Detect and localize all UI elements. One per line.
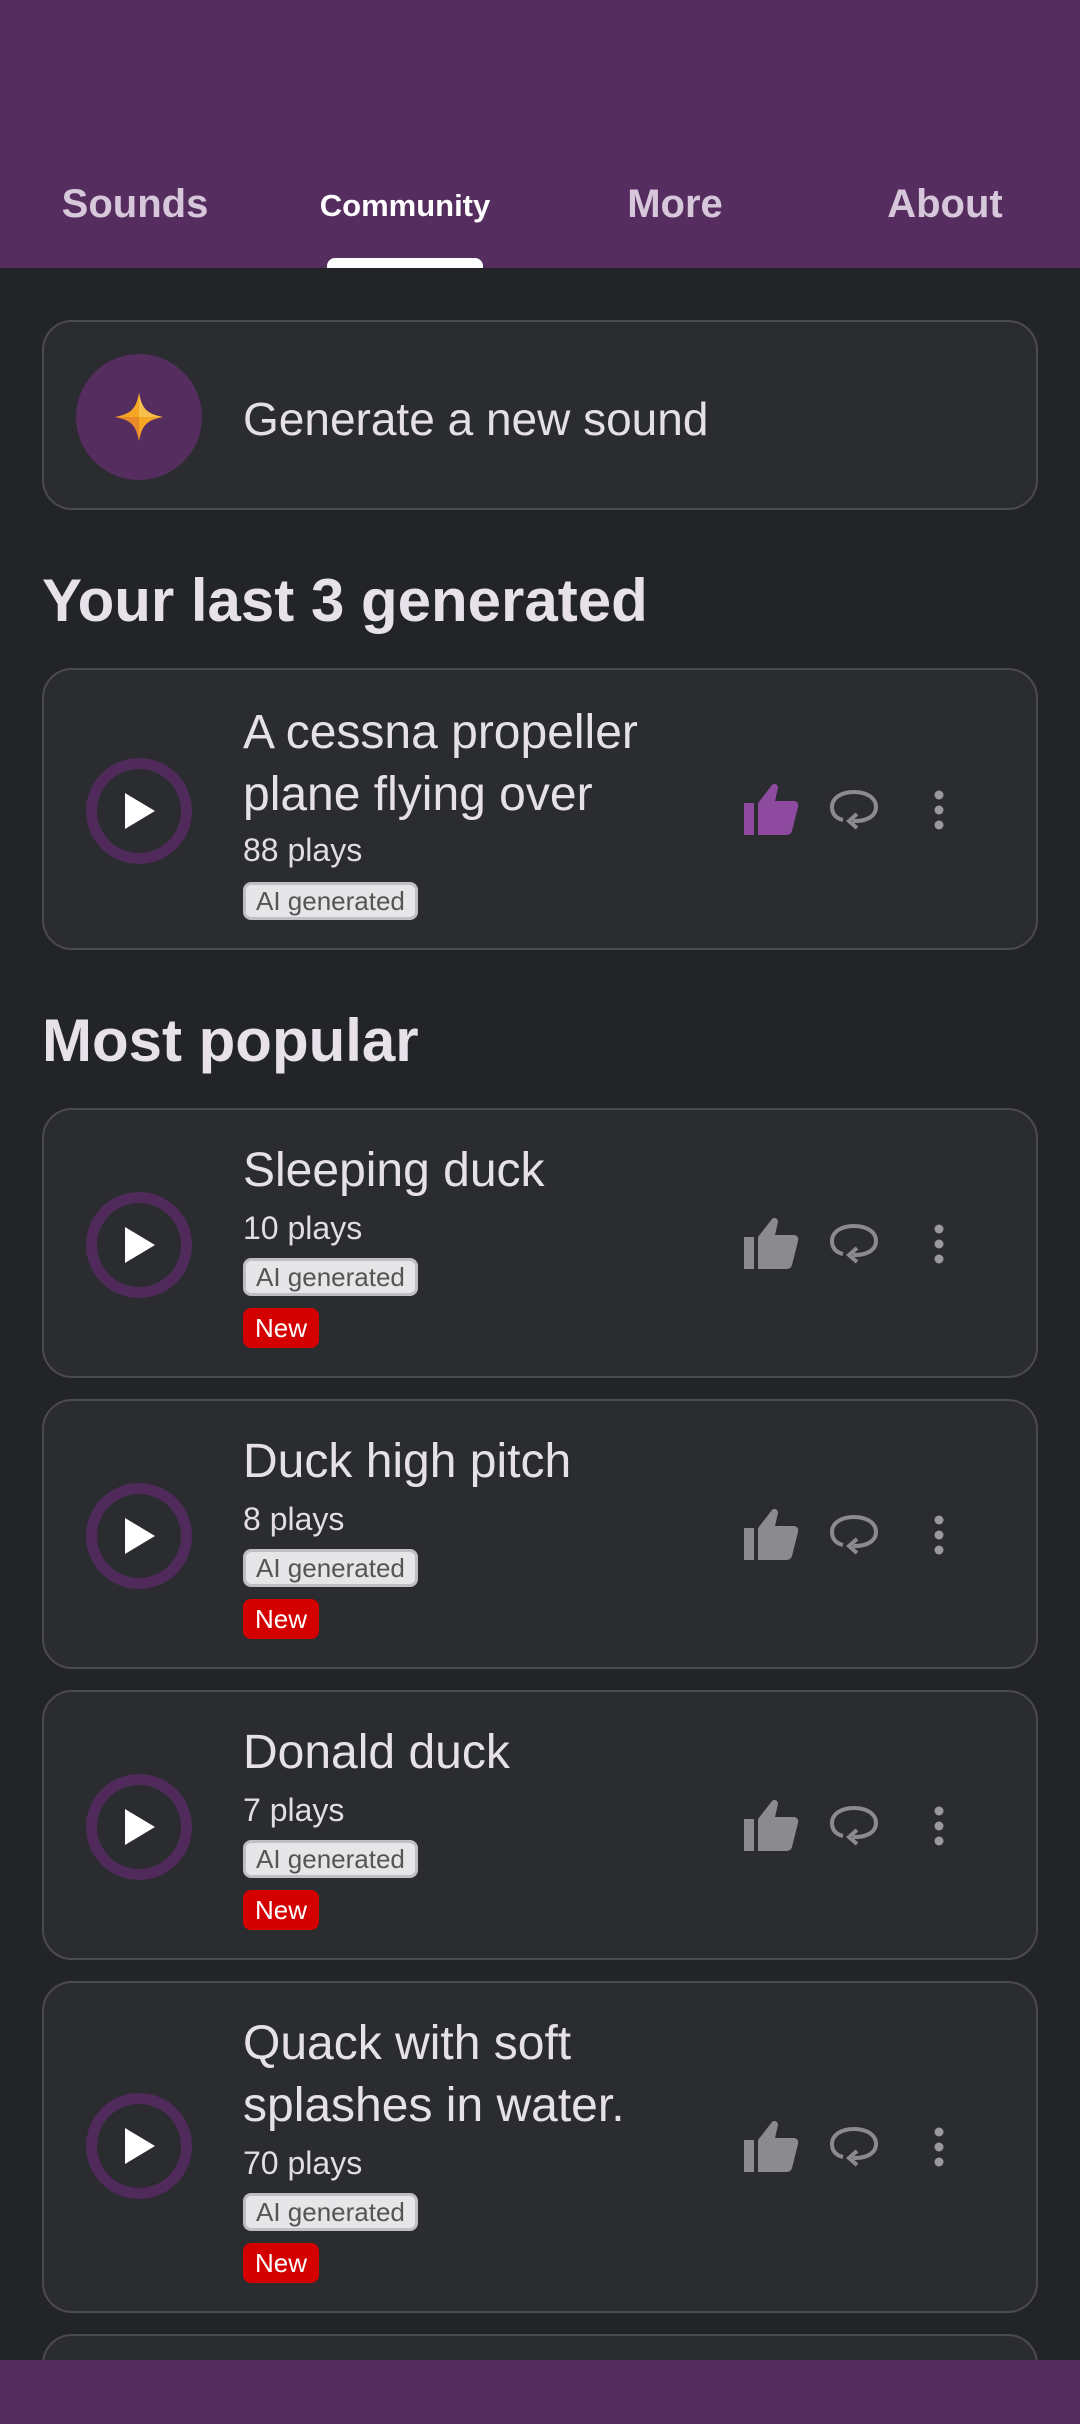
play-count: 7 plays [243,1792,345,1828]
replay-icon [829,1223,879,1264]
sound-card[interactable]: Sleeping duck 10 plays AI generated New [42,1108,1038,1378]
app-header: Sounds Community More About [0,0,1080,268]
replay-icon [829,2126,879,2167]
replay-icon [829,1805,879,1846]
sound-card[interactable]: A cessna propeller plane flying over 88 … [42,668,1038,950]
most-popular-heading: Most popular [42,1007,419,1074]
ai-generated-badge: AI generated [243,2193,418,2231]
play-count: 88 plays [243,832,363,868]
play-button[interactable] [86,1774,192,1880]
tab-about[interactable]: About [810,170,1080,268]
tab-label: About [887,182,1003,226]
play-button[interactable] [86,2093,192,2199]
replay-icon [829,1514,879,1555]
play-button[interactable] [86,1483,192,1589]
tab-label: Community [319,188,491,223]
tab-sounds[interactable]: Sounds [0,170,270,268]
remix-button[interactable] [826,1798,882,1854]
sparkle-icon [115,393,163,441]
tab-bar: Sounds Community More About [0,170,1080,268]
tab-label: More [627,182,723,226]
play-count: 10 plays [243,1210,363,1246]
sound-title: Sleeping duck [243,1144,545,1197]
remix-button[interactable] [826,1216,882,1272]
thumbs-up-icon [744,1218,799,1269]
ai-generated-badge: AI generated [243,1258,418,1296]
replay-icon [829,789,879,830]
last-generated-heading: Your last 3 generated [42,567,648,634]
new-badge: New [243,2243,320,2283]
play-icon [125,793,155,829]
remix-button[interactable] [826,1507,882,1563]
sound-title: Donald duck [243,1726,510,1779]
app-screen: Sounds Community More About Generate a n… [0,0,1080,2424]
ai-generated-badge: AI generated [243,1840,418,1878]
sound-card[interactable]: Duck high pitch 8 plays AI generated New [42,1399,1038,1669]
play-icon [125,2128,155,2164]
bottom-bar [0,2360,1080,2424]
more-options-button[interactable] [924,1214,954,1274]
sound-title: A cessna propeller plane flying over [243,706,638,821]
remix-button[interactable] [826,782,882,838]
thumbs-up-icon [744,2121,799,2172]
new-badge: New [243,1599,320,1639]
more-options-button[interactable] [924,2117,954,2177]
tab-label: Sounds [61,182,209,226]
like-button[interactable] [736,774,806,844]
sound-title: Duck high pitch [243,1435,572,1488]
more-options-button[interactable] [924,780,954,840]
new-badge: New [243,1890,320,1930]
generate-sound-button[interactable]: Generate a new sound [42,320,1038,510]
play-icon [125,1809,155,1845]
play-count: 8 plays [243,1501,345,1537]
remix-button[interactable] [826,2119,882,2175]
more-options-button[interactable] [924,1796,954,1856]
sound-card[interactable]: Quack with soft splashes in water. 70 pl… [42,1981,1038,2313]
more-options-button[interactable] [924,1505,954,1565]
active-tab-indicator [327,258,483,268]
ai-generated-badge: AI generated [243,1549,418,1587]
play-count: 70 plays [243,2145,363,2181]
more-vert-icon [934,1515,944,1555]
play-button[interactable] [86,1192,192,1298]
generate-sound-label: Generate a new sound [243,393,709,445]
more-vert-icon [934,790,944,830]
like-button[interactable] [736,1208,806,1278]
thumbs-up-icon [744,1509,799,1560]
play-icon [125,1518,155,1554]
play-icon [125,1227,155,1263]
thumbs-up-icon [744,784,799,835]
new-badge: New [243,1308,320,1348]
more-vert-icon [934,1806,944,1846]
more-vert-icon [934,2127,944,2167]
more-vert-icon [934,1224,944,1264]
tab-community[interactable]: Community [270,170,540,268]
like-button[interactable] [736,1499,806,1569]
ai-generated-badge: AI generated [243,882,418,920]
thumbs-up-icon [744,1800,799,1851]
like-button[interactable] [736,1790,806,1860]
tab-more[interactable]: More [540,170,810,268]
generate-icon-circle [76,354,202,480]
like-button[interactable] [736,2111,806,2181]
play-button[interactable] [86,758,192,864]
sound-title: Quack with soft splashes in water. [243,2017,625,2132]
sound-card[interactable]: Donald duck 7 plays AI generated New [42,1690,1038,1960]
